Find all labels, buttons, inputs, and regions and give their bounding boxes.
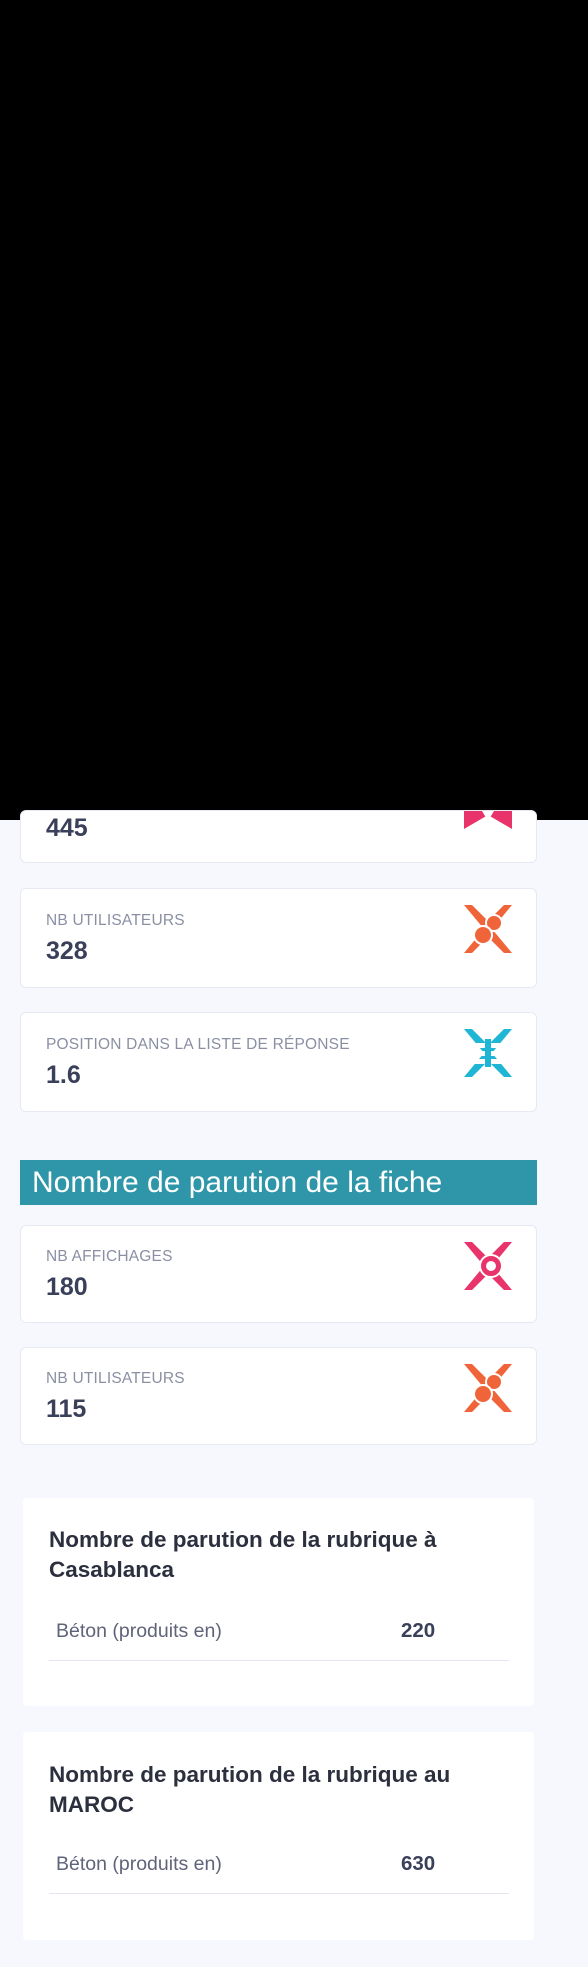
stat-card-partial: 445: [20, 810, 537, 863]
panel-rubrique-maroc: Nombre de parution de la rubrique au MAR…: [23, 1732, 534, 1940]
stat-card-users: NB UTILISATEURS 328: [20, 888, 537, 988]
list-position-icon: [464, 1029, 512, 1077]
users-icon: [464, 905, 512, 953]
stat-label: POSITION DANS LA LISTE DE RÉPONSE: [46, 1036, 350, 1053]
stat-label: NB UTILISATEURS: [46, 912, 185, 929]
stat-card-views: NB AFFICHAGES 180: [20, 1225, 537, 1323]
page: 445 NB UTILISATEURS 328 POSITION DANS LA…: [0, 0, 588, 1967]
section-title: Nombre de parution de la fiche: [32, 1166, 443, 1199]
stat-label: NB AFFICHAGES: [46, 1248, 173, 1265]
chart-icon: [464, 811, 512, 829]
section-header-fiche: Nombre de parution de la fiche: [20, 1160, 537, 1205]
eye-icon: [464, 1242, 512, 1290]
panel-title: Nombre de parution de la rubrique à Casa…: [49, 1527, 437, 1582]
stat-value: 328: [46, 937, 88, 965]
stat-value: 115: [46, 1395, 87, 1423]
row-divider: [49, 1660, 509, 1661]
panel-rubrique-casablanca: Nombre de parution de la rubrique à Casa…: [23, 1498, 534, 1706]
row-label: Béton (produits en): [56, 1620, 222, 1642]
stat-card-position: POSITION DANS LA LISTE DE RÉPONSE 1.6: [20, 1012, 537, 1112]
stat-value: 180: [46, 1273, 88, 1301]
users-icon: [464, 1364, 512, 1412]
row-divider: [49, 1893, 509, 1894]
row-value: 220: [401, 1619, 436, 1642]
stat-value: 1.6: [46, 1061, 81, 1089]
row-value: 630: [401, 1852, 436, 1875]
row-label: Béton (produits en): [56, 1853, 222, 1875]
stat-value: 445: [46, 814, 88, 842]
stat-card-users-fiche: NB UTILISATEURS 115: [20, 1347, 537, 1445]
panel-title: Nombre de parution de la rubrique au MAR…: [49, 1762, 451, 1817]
stat-label: NB UTILISATEURS: [46, 1370, 185, 1387]
redacted-region: [0, 0, 588, 820]
